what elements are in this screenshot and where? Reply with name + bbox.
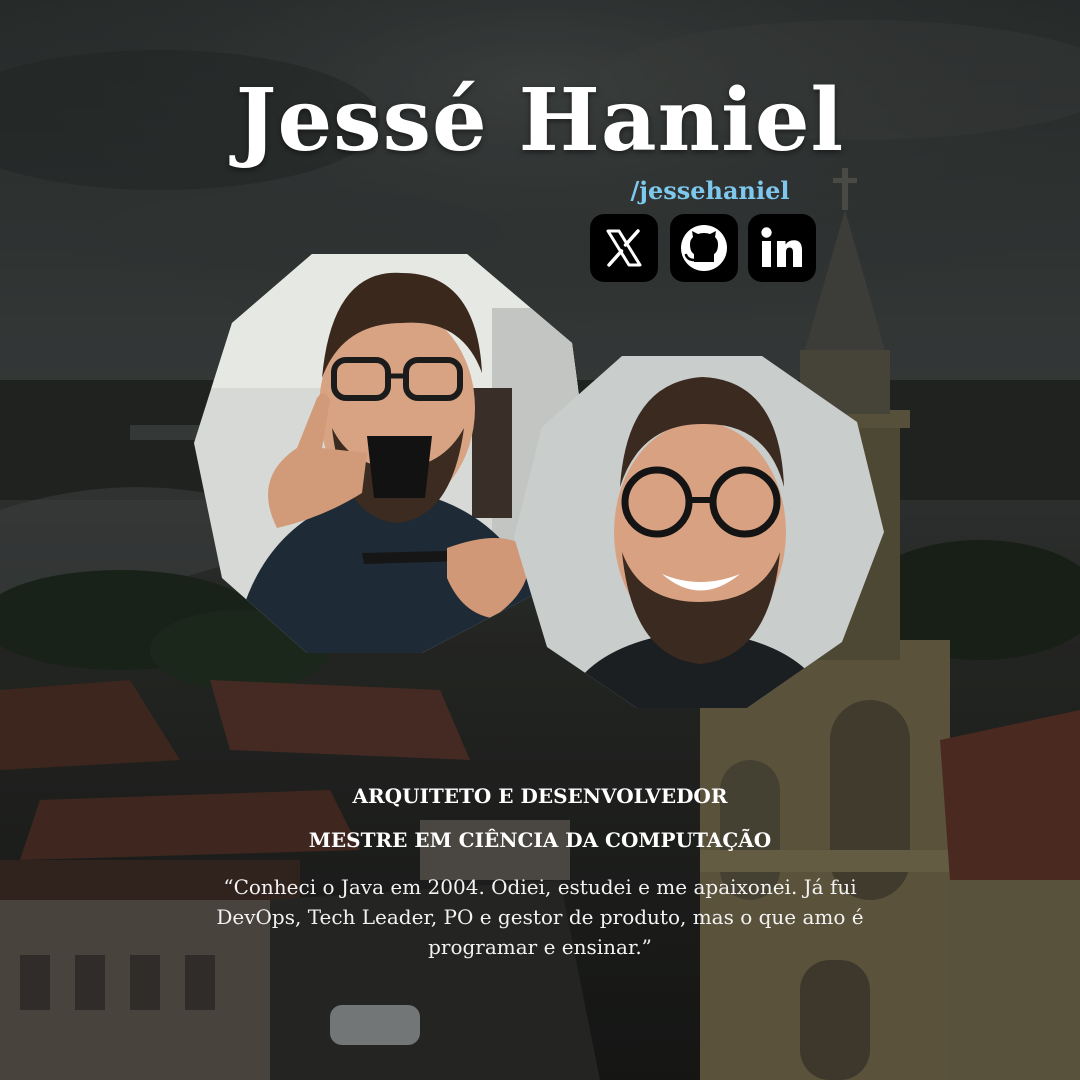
github-icon xyxy=(670,214,738,282)
x-icon xyxy=(590,214,658,282)
bio-quote: “Conheci o Java em 2004. Odiei, estudei … xyxy=(216,875,864,959)
role-line-masters: MESTRE EM CIÊNCIA DA COMPUTAÇÃO xyxy=(308,828,772,852)
profile-handle[interactable]: /jessehaniel xyxy=(620,176,800,205)
linkedin-icon xyxy=(748,214,816,282)
x-button[interactable] xyxy=(588,212,660,284)
profile-card: Jessé Haniel /jessehaniel ARQUITETO E DE… xyxy=(0,0,1080,1080)
profile-name: Jessé Haniel xyxy=(235,70,845,171)
role-line-architect: ARQUITETO E DESENVOLVEDOR xyxy=(352,784,728,808)
github-button[interactable] xyxy=(668,212,740,284)
linkedin-button[interactable] xyxy=(746,212,818,284)
profile-photo-smile xyxy=(514,356,884,708)
